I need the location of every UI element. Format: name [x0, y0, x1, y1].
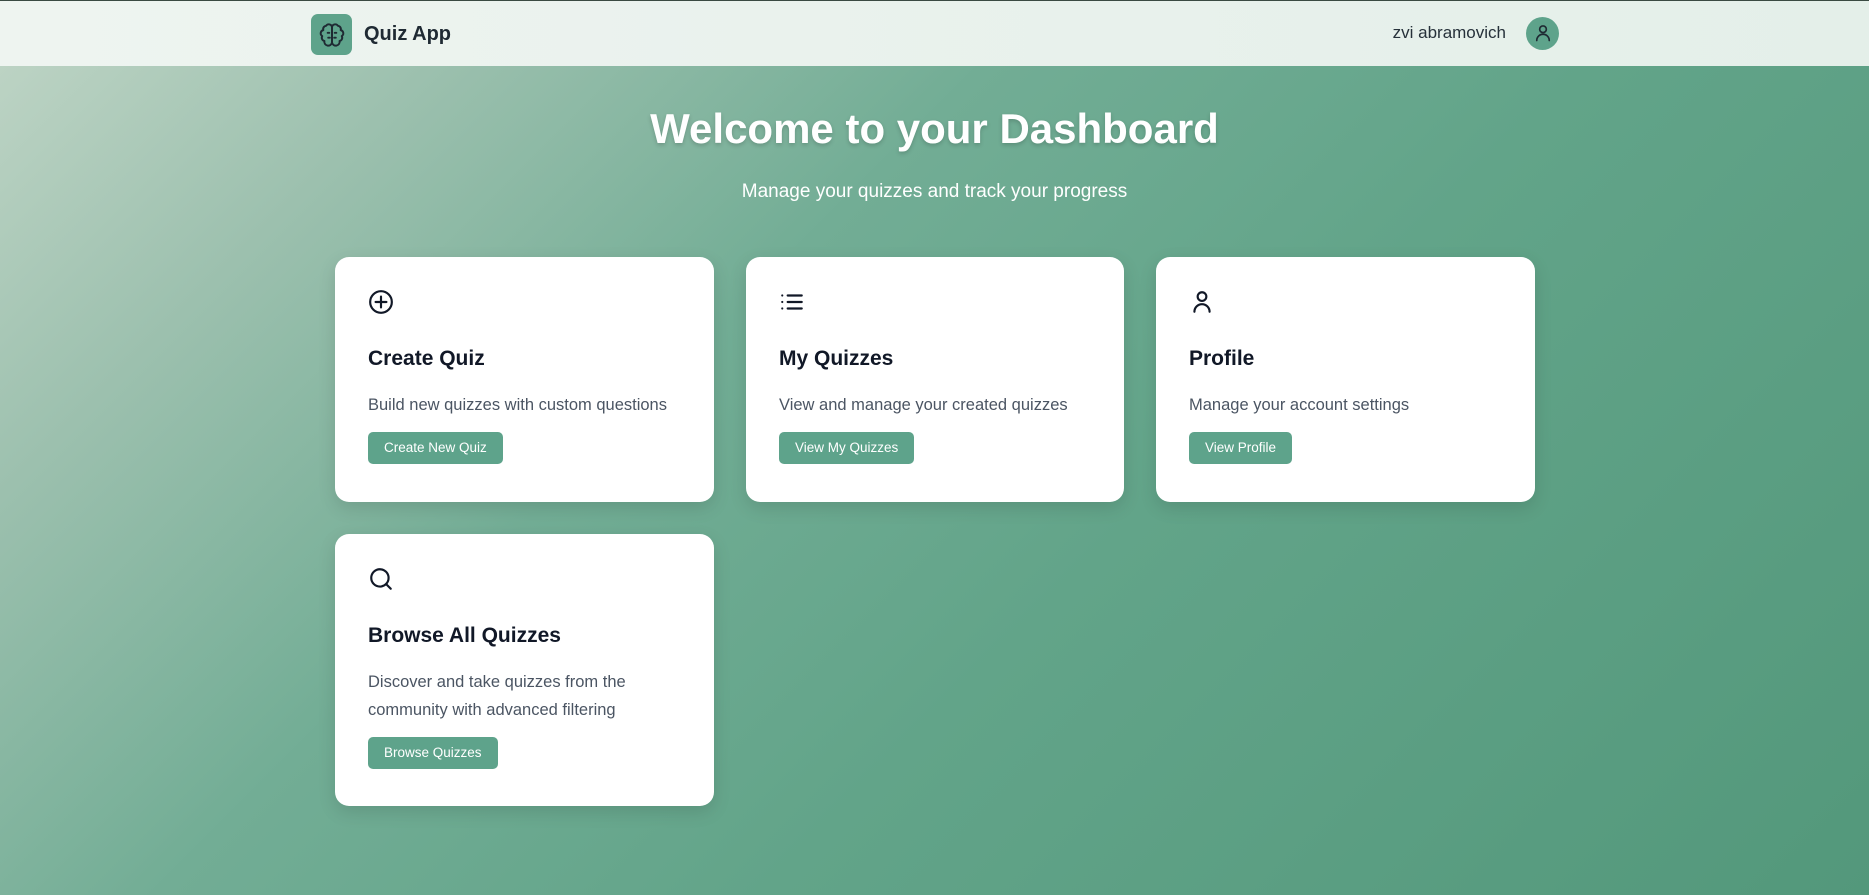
avatar[interactable]: [1526, 16, 1559, 50]
search-icon: [370, 568, 392, 590]
brand-link[interactable]: Quiz App: [311, 14, 451, 55]
app-name: Quiz App: [364, 23, 452, 45]
card-description: Discover and take quizzes from the commu…: [368, 673, 626, 719]
card-title: Profile: [1189, 347, 1255, 370]
brain-icon: [311, 14, 352, 55]
card-description: Manage your account settings: [1189, 396, 1410, 414]
card-browse-quizzes: Browse All Quizzes Discover and take qui…: [335, 534, 714, 806]
card-description: View and manage your created quizzes: [779, 396, 1068, 414]
card-description: Build new quizzes with custom questions: [368, 396, 667, 414]
list-icon: [781, 294, 803, 310]
card-create-quiz: Create Quiz Build new quizzes with custo…: [335, 257, 714, 502]
browse-quizzes-button[interactable]: Browse Quizzes: [368, 737, 498, 769]
view-profile-button[interactable]: View Profile: [1189, 432, 1293, 464]
user-icon: [1193, 291, 1211, 313]
card-title: Browse All Quizzes: [368, 624, 561, 647]
card-my-quizzes: My Quizzes View and manage your created …: [746, 257, 1124, 502]
view-my-quizzes-button[interactable]: View My Quizzes: [779, 432, 915, 464]
page-subtitle: Manage your quizzes and track your progr…: [741, 181, 1128, 202]
user-name: zvi abramovich: [1392, 23, 1506, 42]
page-title: Welcome to your Dashboard: [650, 105, 1219, 152]
plus-circle-icon: [369, 290, 393, 314]
card-title: My Quizzes: [779, 347, 894, 370]
card-profile: Profile Manage your account settings Vie…: [1156, 257, 1535, 502]
top-navbar: Quiz App zvi abramovich: [0, 0, 1869, 66]
user-menu[interactable]: zvi abramovich: [1393, 16, 1559, 50]
create-new-quiz-button[interactable]: Create New Quiz: [368, 432, 503, 464]
user-icon: [1535, 25, 1550, 42]
card-title: Create Quiz: [368, 347, 485, 370]
